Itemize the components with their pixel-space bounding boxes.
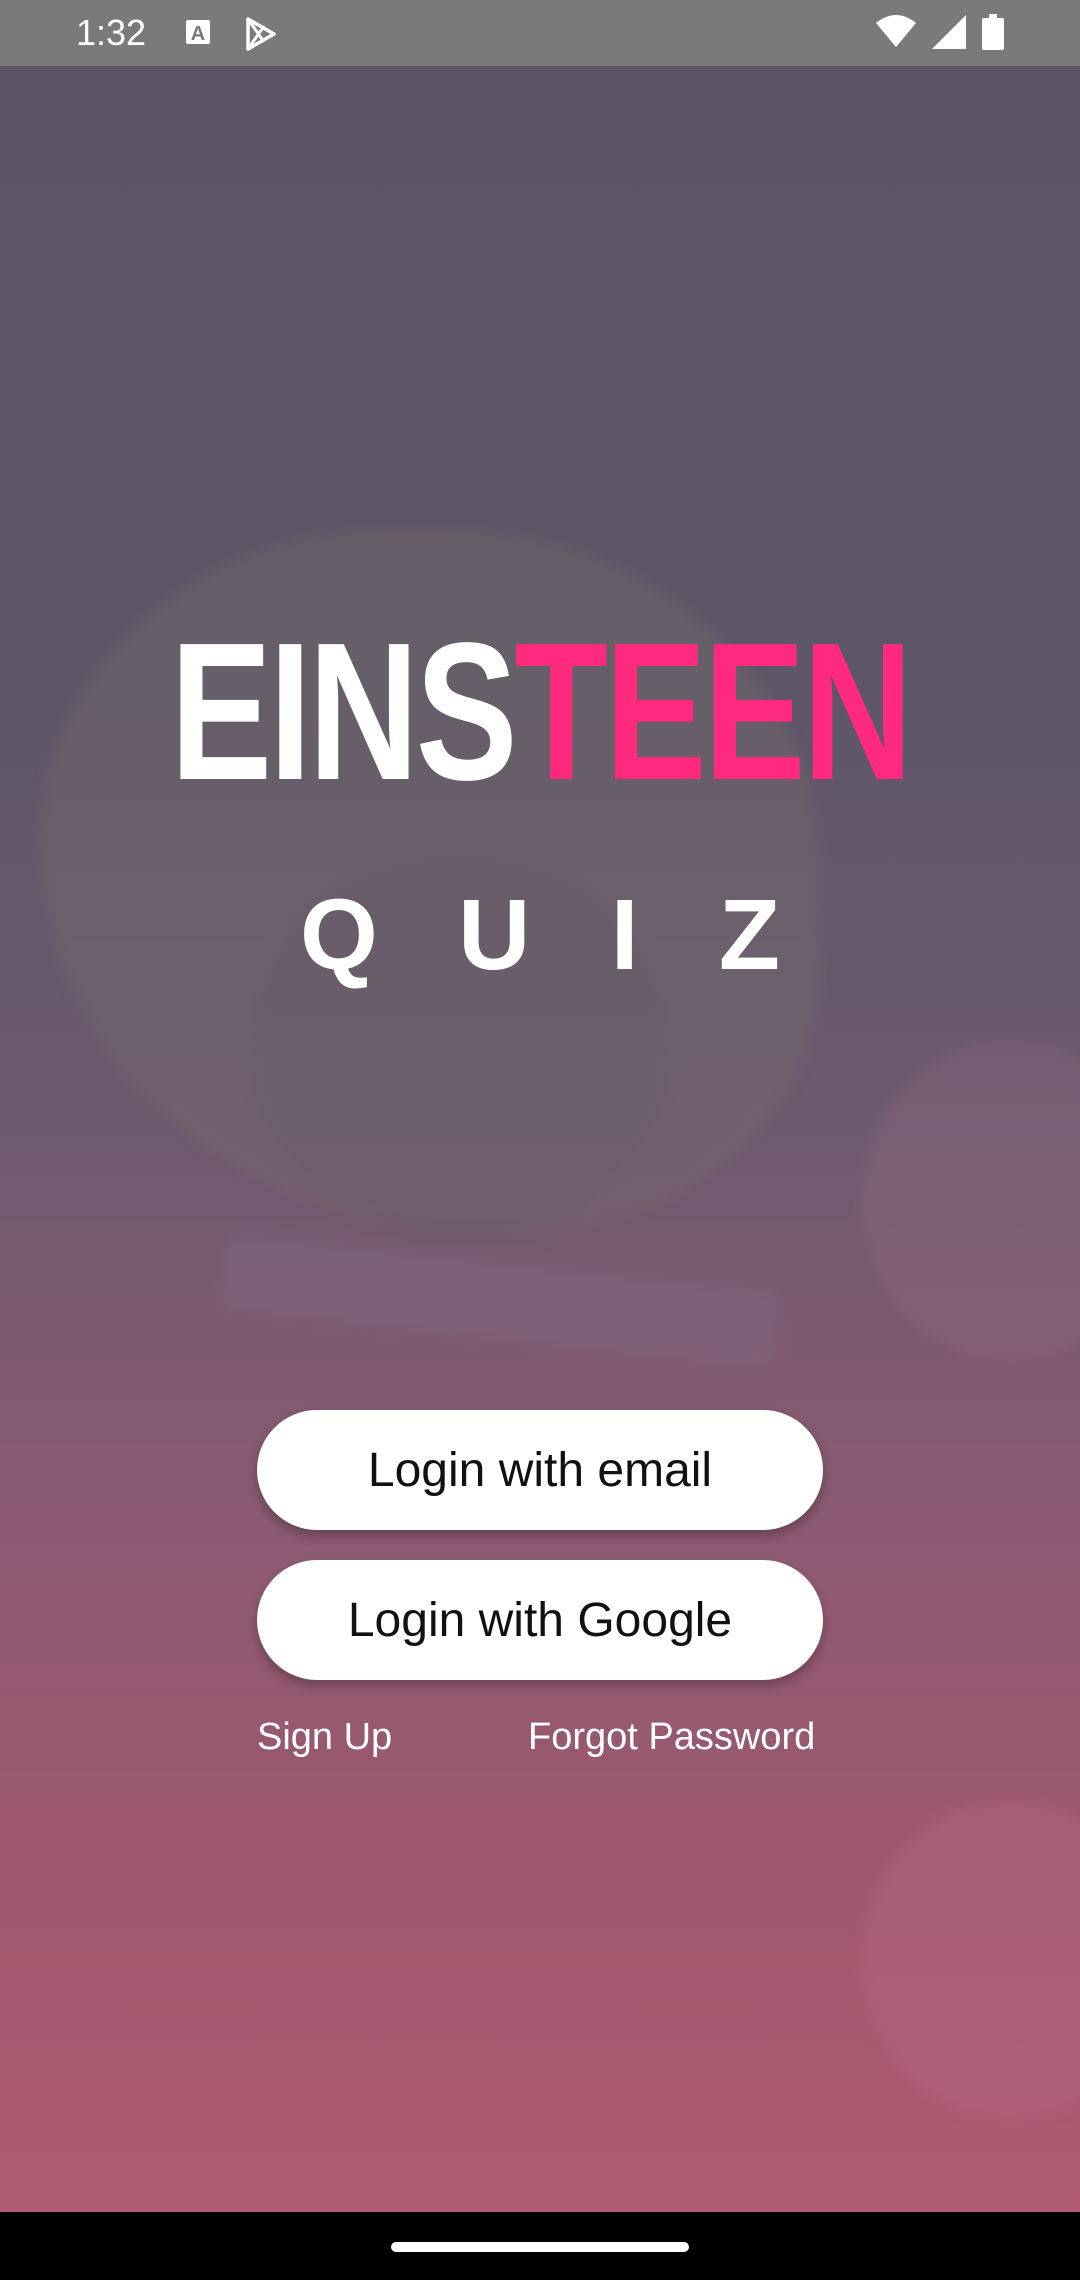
navigation-bar [0, 2212, 1080, 2280]
login-with-email-button[interactable]: Login with email [257, 1410, 823, 1530]
text-a-icon: A [184, 16, 212, 53]
background-shape [860, 1040, 1080, 1360]
wifi-icon [876, 15, 916, 54]
battery-icon [982, 14, 1004, 55]
svg-text:A: A [191, 23, 205, 45]
subtitle-letter: Z [718, 879, 780, 991]
home-gesture-handle[interactable] [391, 2242, 689, 2252]
logo-subtitle: Q U I Z [300, 880, 780, 990]
app-logo: EINSTEEN [119, 612, 961, 812]
subtitle-letter: Q [300, 879, 378, 991]
play-store-icon [242, 16, 278, 57]
subtitle-letter: U [458, 879, 531, 991]
forgot-password-link[interactable]: Forgot Password [528, 1712, 815, 1762]
login-with-google-button[interactable]: Login with Google [257, 1560, 823, 1680]
status-bar: 1:32 A [0, 0, 1080, 66]
background-shape [860, 1800, 1080, 2120]
background-shape [217, 1230, 783, 1370]
subtitle-letter: I [610, 879, 639, 991]
logo-text-teen: TEEN [514, 602, 913, 821]
logo-text-eins: EINS [170, 602, 517, 821]
login-screen: 1:32 A EINSTEEN Q U I Z Login with email… [0, 0, 1080, 2280]
sign-up-link[interactable]: Sign Up [257, 1712, 392, 1762]
status-time: 1:32 [76, 12, 147, 53]
signal-icon [932, 15, 966, 54]
